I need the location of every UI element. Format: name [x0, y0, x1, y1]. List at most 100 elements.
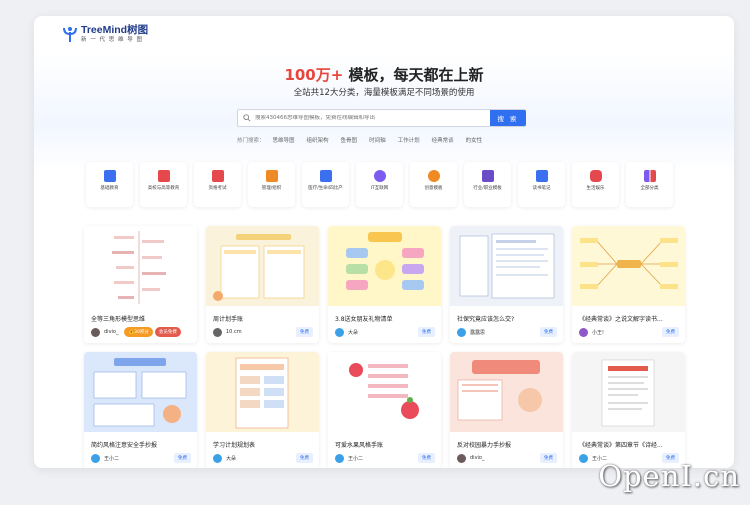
template-thumbnail — [450, 352, 563, 432]
template-thumbnail — [206, 226, 319, 306]
category-label: 管理/组织 — [261, 186, 282, 191]
template-title: 《经典常谈》之说文解字读书... — [579, 316, 663, 323]
search-bar: 搜 索 — [237, 109, 526, 127]
category-reading-notes[interactable]: 读书笔记 — [518, 162, 565, 207]
search-input[interactable] — [255, 115, 490, 121]
avatar — [91, 453, 100, 463]
category-label: 医疗/生命/四比产 — [308, 186, 343, 191]
brand-tagline: 新 一 代 思 维 导 图 — [81, 36, 143, 43]
gamepad-icon — [589, 170, 602, 182]
hero-title: 100万+ 模板，每天都在上新 — [34, 64, 734, 85]
free-badge: 免费 — [418, 327, 435, 337]
tree-logo-icon[interactable] — [62, 25, 78, 43]
medical-icon — [319, 170, 332, 182]
category-label: 基础教育 — [100, 186, 119, 191]
template-card[interactable]: 3.8送女朋友礼物清单 大朵 免费 — [328, 226, 441, 343]
notebook-icon — [535, 170, 548, 182]
template-meta: 大朵 免费 — [335, 327, 435, 337]
template-card[interactable]: 《经典常谈》第四章节《诗经... 王小二 免费 — [572, 352, 685, 468]
book-notes-thumbnail — [601, 359, 655, 427]
template-title: 3.8送女朋友礼物清单 — [335, 316, 393, 323]
category-creative[interactable]: 创意模板 — [410, 162, 457, 207]
template-card[interactable]: 全等三角形模型思维 divio_ 💰30积分 会员免费 — [84, 226, 197, 343]
template-thumbnail — [84, 352, 197, 432]
folder-icon — [265, 170, 278, 182]
avatar — [335, 327, 344, 337]
template-title: 学习计划规划表 — [213, 442, 256, 449]
template-thumbnail — [450, 226, 563, 306]
category-label: 行业/职业模板 — [473, 186, 502, 191]
lightbulb-icon — [427, 170, 440, 182]
template-card[interactable]: 《经典常谈》之说文解字读书... 小王! 免费 — [572, 226, 685, 343]
hot-search-item[interactable]: 鱼骨图 — [341, 136, 358, 144]
fruit-planner-thumbnail — [349, 363, 419, 419]
category-label: 生活娱乐 — [586, 186, 605, 191]
hero-subtitle: 全站共12大分类，海量模板满足不同场景的使用 — [293, 88, 475, 98]
category-all[interactable]: 全部分类 — [626, 162, 673, 207]
template-thumbnail — [206, 352, 319, 432]
template-card[interactable]: 周计划手账 10.cm 免费 — [206, 226, 319, 343]
free-badge: 免费 — [540, 327, 557, 337]
brand[interactable]: TreeMind树图 新 一 代 思 维 导 图 — [81, 25, 148, 43]
template-meta: 小王! 免费 — [579, 327, 679, 337]
briefcase-icon — [481, 170, 494, 182]
hot-search-item[interactable]: 思维导图 — [273, 136, 295, 144]
hot-search-item[interactable]: 时间轴 — [369, 136, 386, 144]
free-badge: 免费 — [296, 327, 313, 337]
category-basic-education[interactable]: 基础教育 — [86, 162, 133, 207]
category-label: 全部分类 — [640, 186, 659, 191]
hot-search-item[interactable]: 组织架构 — [307, 136, 329, 144]
avatar — [213, 327, 222, 337]
category-higher-education[interactable]: 高校与高等教育 — [140, 162, 187, 207]
category-medical[interactable]: 医疗/生命/四比产 — [302, 162, 349, 207]
watermark: OpenI.cn — [598, 459, 740, 493]
avatar — [579, 327, 588, 337]
hero-title-text: 模板，每天都在上新 — [343, 66, 484, 84]
category-it-internet[interactable]: IT互联网 — [356, 162, 403, 207]
document-thumbnail — [459, 233, 555, 299]
category-management[interactable]: 管理/组织 — [248, 162, 295, 207]
template-card[interactable]: 社保究竟应该怎么交? 露露思 免费 — [450, 226, 563, 343]
category-label: 读书笔记 — [532, 186, 551, 191]
author-name: 露露思 — [470, 329, 486, 336]
template-title: 反对校园暴力手抄报 — [457, 442, 512, 449]
avatar — [457, 327, 466, 337]
hot-search-item[interactable]: 的女性 — [466, 136, 483, 144]
avatar — [457, 453, 466, 463]
free-badge: 免费 — [662, 327, 679, 337]
category-label: 创意模板 — [424, 186, 443, 191]
avatar — [579, 453, 588, 463]
template-meta: 10.cm 免费 — [213, 327, 313, 337]
template-card[interactable]: 可爱水果风格手账 王小二 免费 — [328, 352, 441, 468]
template-title: 周计划手账 — [213, 316, 244, 323]
author-name: 大朵 — [348, 329, 359, 336]
template-meta: 王小二 免费 — [335, 453, 435, 463]
avatar — [213, 453, 222, 463]
hot-search-item[interactable]: 工作计划 — [398, 136, 420, 144]
free-badge: 免费 — [418, 453, 435, 463]
template-thumbnail — [84, 226, 197, 306]
brand-name: TreeMind树图 — [81, 24, 149, 36]
category-industry[interactable]: 行业/职业模板 — [464, 162, 511, 207]
template-title: 全等三角形模型思维 — [91, 316, 146, 323]
bookmark-icon — [211, 170, 224, 182]
hot-search-item[interactable]: 经典常谈 — [432, 136, 454, 144]
template-meta: 大朵 免费 — [213, 453, 313, 463]
category-label: 资格考试 — [208, 186, 227, 191]
template-card[interactable]: 反对校园暴力手抄报 divio_ 免费 — [450, 352, 563, 468]
poster-thumbnail — [93, 358, 187, 427]
category-label: 高校与高等教育 — [147, 186, 180, 191]
template-card[interactable]: 学习计划规划表 大朵 免费 — [206, 352, 319, 468]
hot-search-label: 热门搜索： — [237, 138, 265, 144]
category-qualification-exam[interactable]: 资格考试 — [194, 162, 241, 207]
browser-frame: TreeMind树图 新 一 代 思 维 导 图 100万+ 模板，每天都在上新… — [34, 16, 734, 468]
template-card[interactable]: 简约风格注意安全手抄报 王小二 免费 — [84, 352, 197, 468]
category-life-entertainment[interactable]: 生活娱乐 — [572, 162, 619, 207]
category-list: 基础教育 高校与高等教育 资格考试 管理/组织 医疗/生命/四比产 IT互联网 … — [86, 162, 673, 207]
search-button[interactable]: 搜 索 — [490, 110, 526, 126]
hot-searches: 热门搜索： 思维导图 组织架构 鱼骨图 时间轴 工作计划 经典常谈 的女性 — [237, 136, 482, 144]
study-plan-thumbnail — [235, 357, 289, 429]
author-name: 大朵 — [226, 455, 237, 462]
top-bar: TreeMind树图 新 一 代 思 维 导 图 — [34, 16, 734, 53]
book-icon — [103, 170, 116, 182]
